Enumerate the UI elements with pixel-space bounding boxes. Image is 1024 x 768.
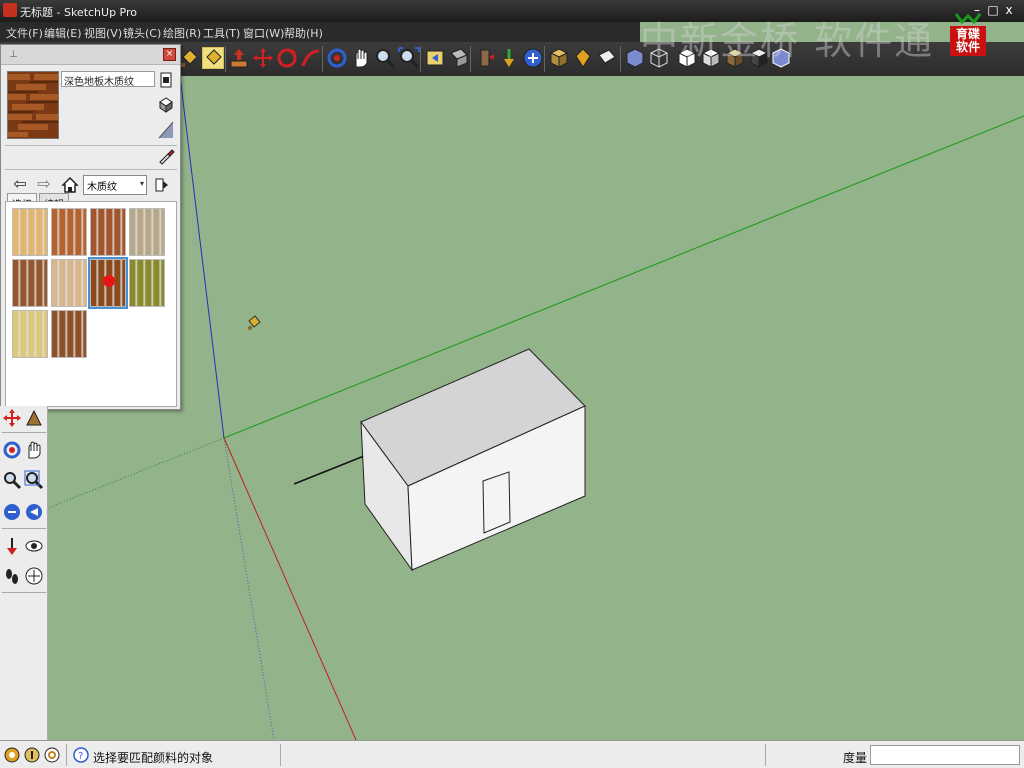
menu-help[interactable]: 帮助(H) bbox=[284, 25, 323, 41]
orbit-icon[interactable] bbox=[326, 47, 348, 69]
material-swatch-wood-brown[interactable] bbox=[51, 310, 87, 358]
material-preview bbox=[7, 71, 59, 139]
standard-views-icon[interactable] bbox=[448, 47, 470, 69]
scale-tool-icon[interactable] bbox=[24, 408, 44, 428]
material-swatch-wood-walnut[interactable] bbox=[12, 259, 48, 307]
zoom-extents-icon[interactable] bbox=[398, 47, 420, 69]
position-camera-icon[interactable] bbox=[522, 47, 544, 69]
menu-window[interactable]: 窗口(W) bbox=[243, 25, 284, 41]
measurements-input[interactable] bbox=[870, 745, 1020, 765]
swatch-grid bbox=[5, 201, 177, 407]
section-tool-icon[interactable] bbox=[24, 566, 44, 586]
panel-grip-icon: ⊥ bbox=[9, 49, 18, 60]
box-door bbox=[482, 471, 511, 534]
menu-edit[interactable]: 编辑(E) bbox=[44, 25, 82, 41]
credits-icon[interactable] bbox=[24, 747, 40, 763]
help-icon[interactable]: ? bbox=[73, 747, 89, 763]
walk-tool-icon[interactable] bbox=[2, 566, 22, 586]
green-axis bbox=[223, 115, 1024, 439]
home-icon[interactable] bbox=[61, 176, 79, 194]
geo-location-icon[interactable] bbox=[4, 747, 20, 763]
material-swatch-wood-cherry[interactable] bbox=[51, 208, 87, 256]
edge-line bbox=[293, 455, 365, 485]
library-selected-value: 木质纹 bbox=[87, 182, 117, 193]
pan-icon[interactable] bbox=[350, 47, 372, 69]
sample-paint-eyedropper-icon[interactable] bbox=[157, 147, 175, 165]
svg-text:?: ? bbox=[78, 751, 83, 762]
zoom-window-tool-icon[interactable] bbox=[24, 470, 44, 490]
paint-bucket-cursor bbox=[246, 314, 262, 332]
menu-camera[interactable]: 镜头(C) bbox=[123, 25, 161, 41]
red-axis bbox=[223, 437, 357, 740]
close-window-button[interactable]: x bbox=[1000, 2, 1018, 18]
status-hint-text: 选择要匹配颜料的对象 bbox=[93, 751, 214, 765]
window-title: 无标题 - SketchUp Pro bbox=[20, 6, 138, 19]
create-material-icon[interactable] bbox=[158, 95, 174, 113]
menu-tools[interactable]: 工具(T) bbox=[203, 25, 240, 41]
green-axis-negative bbox=[48, 437, 225, 509]
zoom-icon[interactable] bbox=[374, 47, 396, 69]
blue-axis bbox=[179, 76, 225, 439]
menu-draw[interactable]: 绘图(R) bbox=[163, 25, 201, 41]
library-dropdown[interactable]: 木质纹 ▾ bbox=[83, 175, 147, 195]
status-bar: ? 选择要匹配颜料的对象 度量 bbox=[0, 740, 1024, 768]
material-swatch-wood-maple[interactable] bbox=[12, 208, 48, 256]
selected-marker-icon bbox=[103, 275, 115, 287]
paint-bucket-icon[interactable] bbox=[178, 47, 200, 69]
pan-tool-icon[interactable] bbox=[24, 440, 44, 460]
chevron-down-icon: ▾ bbox=[139, 179, 144, 188]
section-plane-icon[interactable] bbox=[596, 47, 618, 69]
material-swatch-wood-dark-floor[interactable] bbox=[88, 257, 128, 309]
material-swatch-wood-red[interactable] bbox=[90, 208, 126, 256]
sign-in-icon[interactable] bbox=[44, 747, 60, 763]
material-swatch-wood-light-parquet[interactable] bbox=[51, 259, 87, 307]
panel-close-button[interactable]: × bbox=[163, 48, 176, 61]
zoom-extents-tool-icon[interactable] bbox=[2, 502, 22, 522]
panel-title-bar[interactable]: ⊥ × bbox=[1, 45, 180, 65]
menu-view[interactable]: 视图(V) bbox=[84, 25, 122, 41]
material-swatch-wood-yellow[interactable] bbox=[12, 310, 48, 358]
look-around-tool-icon[interactable] bbox=[24, 536, 44, 556]
scene-canvas[interactable] bbox=[48, 76, 1024, 740]
material-swatch-wood-olive[interactable] bbox=[129, 259, 165, 307]
component-icon[interactable] bbox=[548, 47, 570, 69]
material-swatch-wood-grey[interactable] bbox=[129, 208, 165, 256]
blue-axis-negative bbox=[223, 437, 275, 740]
follow-me-icon[interactable] bbox=[300, 47, 322, 69]
forward-arrow-icon[interactable]: ⇨ bbox=[35, 175, 53, 193]
menu-file[interactable]: 文件(F) bbox=[6, 25, 43, 41]
watermark-text: 中新金桥 软件通 bbox=[640, 19, 935, 63]
walk-icon[interactable] bbox=[474, 47, 496, 69]
zoom-tool-icon[interactable] bbox=[2, 470, 22, 490]
paint-bucket-active-icon[interactable] bbox=[202, 47, 224, 69]
position-camera-tool-icon[interactable] bbox=[2, 536, 22, 556]
move-tool-icon[interactable] bbox=[2, 408, 22, 428]
material-name-field[interactable]: 深色地板木质纹 bbox=[61, 71, 155, 87]
details-arrow-icon[interactable] bbox=[153, 176, 171, 194]
menu-bar: 文件(F) 编辑(E) 视图(V) 镜头(C) 绘图(R) 工具(T) 窗口(W… bbox=[0, 22, 640, 42]
previous-tool-icon[interactable] bbox=[24, 502, 44, 522]
back-arrow-icon[interactable]: ⇦ bbox=[11, 175, 29, 193]
watermark-logo-text: 育碟软件 bbox=[955, 27, 980, 54]
display-secondary-pane-icon[interactable] bbox=[158, 71, 174, 89]
watermark-logo: 育碟软件 bbox=[948, 12, 988, 58]
rotate-icon[interactable] bbox=[276, 47, 298, 69]
intersect-icon[interactable] bbox=[572, 47, 594, 69]
materials-panel: ⊥ × 深色地板木质纹 选择 编辑 ⇦ ⇨ 木质纹 bbox=[0, 44, 181, 410]
left-toolbar bbox=[0, 406, 48, 740]
move-icon[interactable] bbox=[252, 47, 274, 69]
orbit-tool-icon[interactable] bbox=[2, 440, 22, 460]
look-around-icon[interactable] bbox=[498, 47, 520, 69]
model-viewport[interactable] bbox=[48, 76, 1024, 740]
sketchup-logo-icon bbox=[3, 3, 17, 17]
previous-view-icon[interactable] bbox=[424, 47, 446, 69]
measurements-label: 度量 bbox=[843, 751, 868, 765]
push-pull-icon[interactable] bbox=[228, 47, 250, 69]
default-material-icon[interactable] bbox=[158, 121, 174, 139]
